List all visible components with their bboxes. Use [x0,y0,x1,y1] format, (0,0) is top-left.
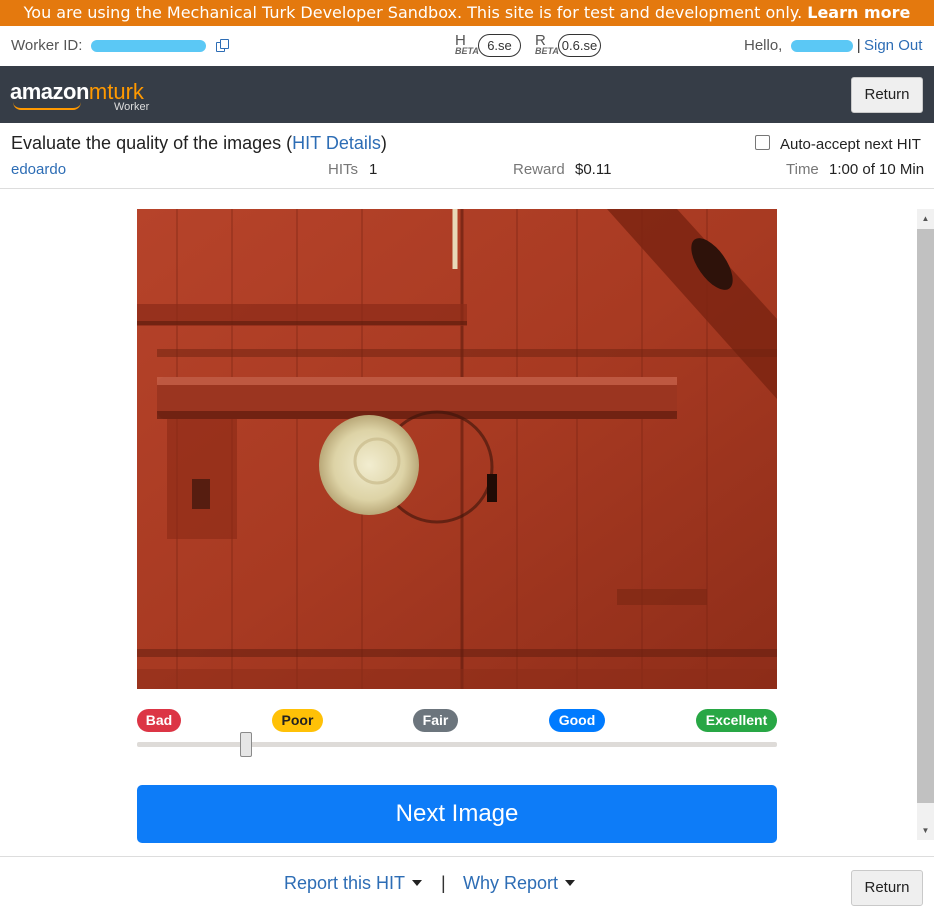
greeting: Hello, | [744,37,861,54]
logo-worker-text: Worker [114,101,150,113]
hit-header: Evaluate the quality of the images (HIT … [0,123,934,189]
hit-title: Evaluate the quality of the images (HIT … [11,133,387,153]
report-hit-link[interactable]: Report this HIT [284,873,423,894]
worker-id-label: Worker ID: [11,37,83,54]
rating-excellent: Excellent [696,709,777,732]
amazon-smile-icon [13,102,81,110]
auto-accept[interactable]: Auto-accept next HIT [755,135,921,153]
caret-down-icon [412,880,423,886]
hello-label: Hello, [744,37,783,54]
time-value: 1:00 of 10 Min [829,161,925,178]
scroll-up-icon[interactable]: ▲ [917,210,934,228]
navbar: amazonmturk Worker [0,66,934,123]
report-hit-label: Report this HIT [284,873,406,893]
user-bar: Worker ID: H BETA 6.se R BETA 0.6.se Hel… [0,26,934,66]
copy-icon[interactable] [215,39,230,53]
next-image-button[interactable]: Next Image [137,785,777,843]
hit-details-link[interactable]: HIT Details [292,133,381,153]
quality-slider-thumb[interactable] [240,732,252,757]
username-redacted [790,40,853,53]
hits-value: 1 [369,161,378,178]
r-beta-label: BETA [535,46,559,56]
logo-amazon-text: amazon [10,79,89,104]
sandbox-banner: You are using the Mechanical Turk Develo… [0,0,934,26]
worker-id-redacted [90,40,206,53]
learn-more-link[interactable]: Learn more [807,3,910,22]
sign-out-link[interactable]: Sign Out [864,37,922,54]
caret-down-icon [565,880,576,886]
task-image [137,209,777,689]
why-report-label: Why Report [463,873,559,893]
rating-fair: Fair [413,709,458,732]
reward-value: $0.11 [575,161,612,178]
auto-accept-checkbox[interactable] [755,135,770,150]
sandbox-banner-text: You are using the Mechanical Turk Develo… [23,3,803,22]
return-button-top[interactable]: Return [851,77,923,113]
h-beta-label: BETA [455,46,479,56]
reward-label: Reward [513,161,565,178]
return-button-bottom[interactable]: Return [851,870,923,906]
requester-link[interactable]: edoardo [11,161,66,178]
worker-id: Worker ID: [11,37,230,54]
hit-title-text: Evaluate the quality of the images [11,133,282,153]
auto-accept-label: Auto-accept next HIT [780,136,921,153]
amazon-mturk-logo[interactable]: amazonmturk Worker [10,79,149,113]
hits-label: HITs [328,161,358,178]
rating-poor: Poor [272,709,323,732]
door-latch-photo [137,209,777,689]
rating-bad: Bad [137,709,181,732]
quality-slider-track[interactable] [137,742,777,747]
rating-good: Good [549,709,605,732]
why-report-link[interactable]: Why Report [463,873,576,894]
r-score-value[interactable]: 0.6.se [558,34,601,57]
h-score-value[interactable]: 6.se [478,34,521,57]
scroll-down-icon[interactable]: ▼ [917,822,934,840]
time-label: Time [786,161,819,178]
task-scrollbar-thumb[interactable] [917,229,934,803]
footer-divider [0,856,934,857]
footer-separator: | [441,873,446,893]
